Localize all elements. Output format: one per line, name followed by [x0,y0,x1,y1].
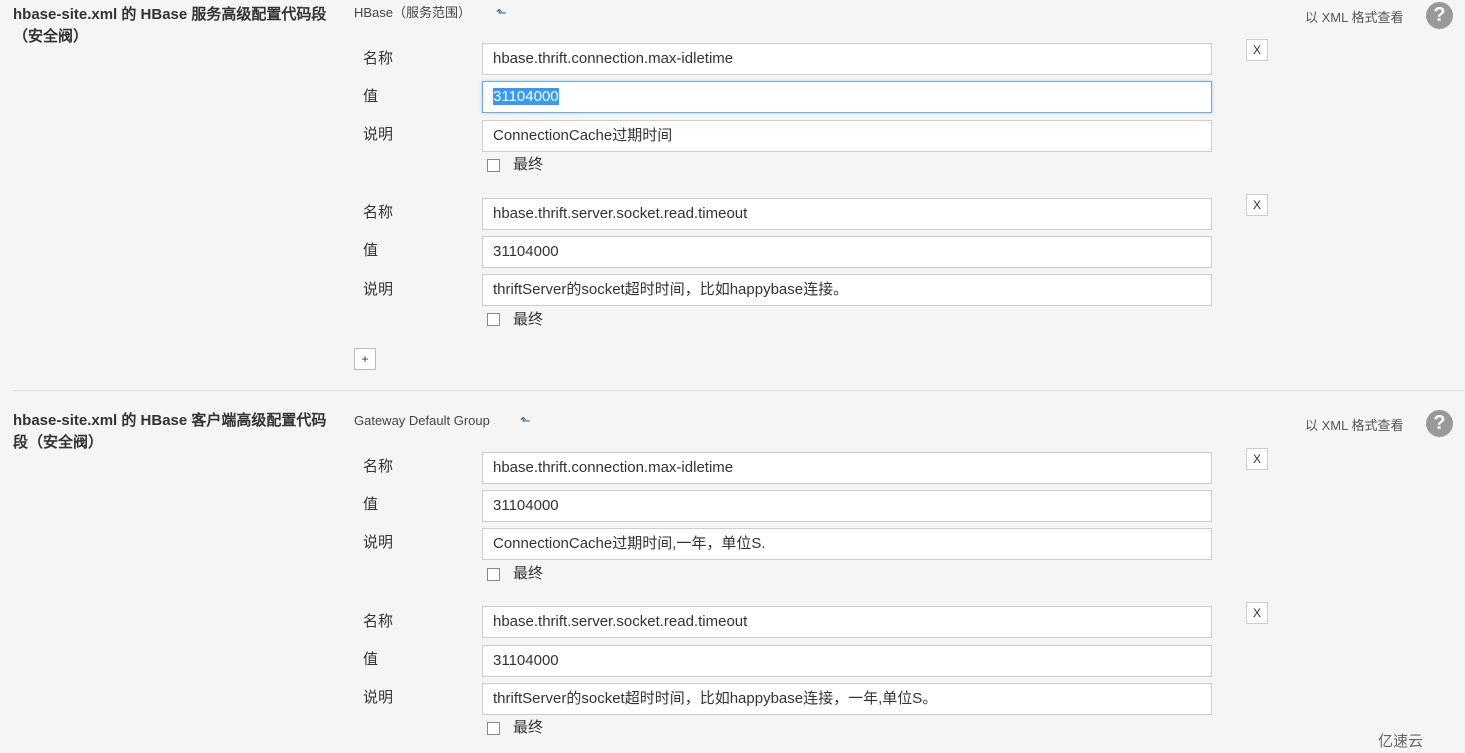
value-field[interactable]: 31104000 [482,81,1212,113]
description-label: 说明 [363,689,394,706]
final-label: 最终 [513,156,544,173]
name-field[interactable]: hbase.thrift.server.socket.read.timeout [482,198,1212,230]
add-entry-button[interactable]: + [354,348,376,370]
value-field[interactable]: 31104000 [482,490,1212,522]
final-label: 最终 [513,311,544,328]
description-label: 说明 [363,126,394,143]
name-field[interactable]: hbase.thrift.server.socket.read.timeout [482,606,1212,638]
final-label: 最终 [513,565,544,582]
value-label: 值 [363,88,379,105]
name-field[interactable]: hbase.thrift.connection.max-idletime [482,43,1212,75]
description-field[interactable]: ConnectionCache过期时间,一年，单位S. [482,528,1212,560]
help-icon[interactable]: ? [1426,410,1453,437]
final-checkbox[interactable] [487,722,500,735]
watermark-logo: 亿速云 [1378,733,1424,750]
section-divider [13,390,1465,391]
description-label: 说明 [363,281,394,298]
value-field[interactable]: 31104000 [482,236,1212,268]
section-2-title: hbase-site.xml 的 HBase 客户端高级配置代码段（安全阀） [13,412,327,451]
help-icon[interactable]: ? [1426,2,1453,29]
final-checkbox[interactable] [487,159,500,172]
view-as-xml-link[interactable]: 以 XML 格式查看 [1305,417,1403,435]
name-label: 名称 [363,50,394,67]
name-label: 名称 [363,613,394,630]
reset-arrow-icon[interactable]: ⬑ [520,412,531,430]
reset-arrow-icon[interactable]: ⬑ [496,4,507,22]
remove-entry-button[interactable]: X [1246,602,1268,624]
selected-value-text: 31104000 [493,88,559,105]
final-checkbox[interactable] [487,313,500,326]
remove-entry-button[interactable]: X [1246,194,1268,216]
final-label: 最终 [513,719,544,736]
view-as-xml-link[interactable]: 以 XML 格式查看 [1305,9,1403,27]
value-label: 值 [363,496,379,513]
description-label: 说明 [363,534,394,551]
name-label: 名称 [363,458,394,475]
name-label: 名称 [363,204,394,221]
description-field[interactable]: thriftServer的socket超时时间，比如happybase连接，一年… [482,683,1212,715]
section-1-scope: HBase（服务范围） [354,5,472,20]
description-field[interactable]: ConnectionCache过期时间 [482,120,1212,152]
name-field[interactable]: hbase.thrift.connection.max-idletime [482,452,1212,484]
description-field[interactable]: thriftServer的socket超时时间，比如happybase连接。 [482,274,1212,306]
remove-entry-button[interactable]: X [1246,39,1268,61]
value-label: 值 [363,242,379,259]
final-checkbox[interactable] [487,568,500,581]
remove-entry-button[interactable]: X [1246,448,1268,470]
value-label: 值 [363,651,379,668]
section-1-title: hbase-site.xml 的 HBase 服务高级配置代码段（安全阀） [13,6,327,45]
section-2-scope: Gateway Default Group [354,413,490,428]
value-field[interactable]: 31104000 [482,645,1212,677]
